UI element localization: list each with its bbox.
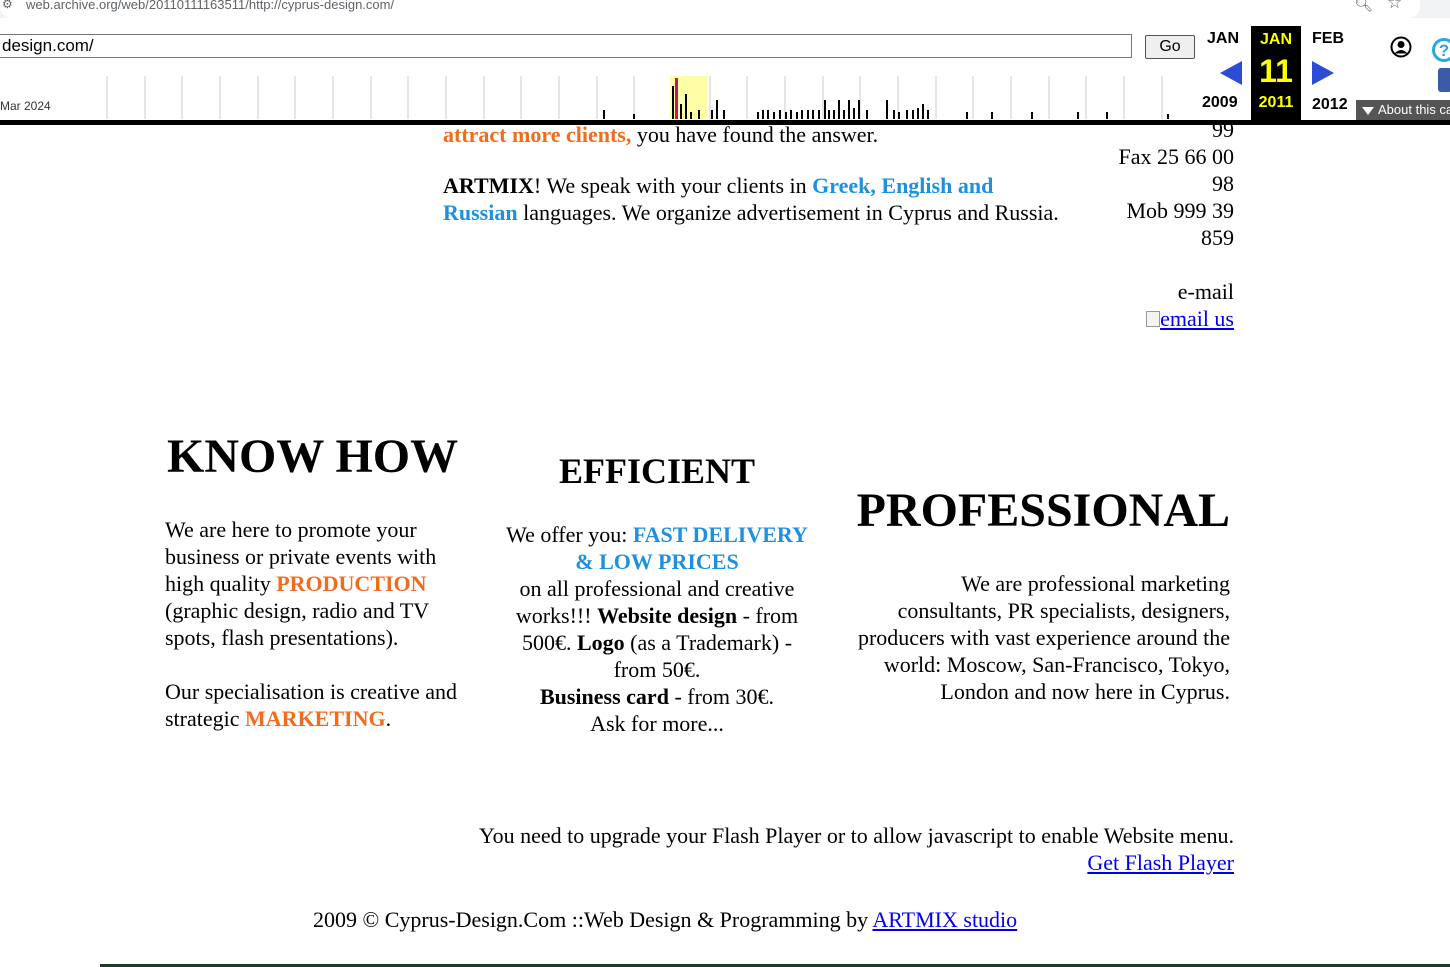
flash-notice: You need to upgrade your Flash Player or… [380, 822, 1234, 876]
share-icon[interactable] [1438, 68, 1450, 92]
broken-image-icon [1146, 311, 1161, 327]
email-us-link[interactable]: email us [1160, 306, 1234, 331]
marketing-highlight: MARKETING [245, 706, 386, 731]
efficient-text: We offer you: FAST DELIVERY & LOW PRICES… [505, 521, 809, 737]
prev-month-label[interactable]: JAN [1207, 30, 1239, 48]
sparkline-date-label: Mar 2024 [0, 99, 51, 113]
mob-line-1: Mob 999 39 [1126, 198, 1234, 223]
professional-text: We are professional marketing consultant… [857, 571, 1230, 704]
prev-capture-arrow-icon[interactable] [1220, 61, 1242, 85]
logo-price: (as a Trademark) - from 50€. [613, 630, 793, 682]
production-highlight: PRODUCTION [276, 571, 427, 596]
next-capture-arrow-icon[interactable] [1312, 61, 1334, 85]
footer-text: 2009 © Cyprus-Design.Com ::Web Design & … [313, 907, 873, 932]
website-design-label: Website design [597, 603, 738, 628]
current-day: 11 [1259, 53, 1293, 89]
go-button[interactable]: Go [1145, 35, 1195, 59]
know-how-para2-b: . [385, 706, 392, 731]
current-month: JAN [1259, 31, 1292, 48]
address-text[interactable]: web.archive.org/web/20110111163511/http:… [26, 0, 394, 12]
fax-line-2: 98 [1212, 171, 1234, 196]
email-label: e-mail [1177, 279, 1234, 304]
sparkline-graph[interactable] [0, 74, 1196, 119]
mob-line-2: 859 [1201, 225, 1234, 250]
help-icon[interactable]: ? [1432, 38, 1450, 62]
contact-block: 99 Fax 25 66 00 98 Mob 999 39 859 e-mail… [1060, 116, 1235, 332]
know-how-title: KNOW HOW [167, 430, 459, 483]
next-year-label[interactable]: 2012 [1312, 96, 1348, 114]
logo-label: Logo [576, 630, 625, 655]
know-how-text: We are here to promote your business or … [165, 516, 465, 732]
current-capture-date: JAN 11 2011 [1251, 26, 1301, 120]
know-how-para1-b: (graphic design, radio and TV spots, fla… [165, 598, 429, 650]
artmix-name: ARTMIX [443, 173, 534, 198]
caret-down-icon [1362, 106, 1374, 115]
intro-highlight: attract more clients, [443, 122, 632, 147]
next-month-label[interactable]: FEB [1312, 30, 1344, 48]
get-flash-player-link[interactable]: Get Flash Player [1087, 850, 1234, 875]
browser-toolbar: ⚙ web.archive.org/web/20110111163511/htt… [0, 0, 1450, 18]
star-icon[interactable]: ☆ [1387, 0, 1402, 13]
address-bar[interactable]: ⚙ web.archive.org/web/20110111163511/htt… [0, 0, 1420, 18]
intro-partial-line: attract more clients, you have found the… [443, 121, 1063, 148]
flash-notice-text: You need to upgrade your Flash Player or… [478, 823, 1234, 848]
fax-line-1: Fax 25 66 00 [1118, 144, 1235, 169]
capture-sparkline[interactable]: Mar 2024 [0, 74, 1196, 119]
ask-more-text: Ask for more... [590, 711, 724, 736]
artmix-studio-link[interactable]: ARTMIX studio [872, 907, 1017, 932]
about-capture-button[interactable]: About this capture [1356, 100, 1450, 120]
magnifier-icon[interactable]: 🔍︎ [1354, 0, 1373, 13]
prev-year-label[interactable]: 2009 [1202, 94, 1238, 112]
artmix-text-1: ! We speak with your clients in [533, 173, 813, 198]
wayback-url-input[interactable] [0, 34, 1132, 58]
wayback-toolbar: Go [0, 18, 1450, 125]
footer: 2009 © Cyprus-Design.Com ::Web Design & … [313, 906, 1213, 933]
business-card-price: - from 30€. [668, 684, 775, 709]
about-capture-label: About this capture [1378, 102, 1450, 117]
artmix-text-2: languages. We organize advertisement in … [517, 200, 1059, 225]
professional-title: PROFESSIONAL [856, 484, 1230, 537]
phone-partial: 99 [1212, 117, 1234, 142]
current-year: 2011 [1258, 94, 1294, 111]
business-card-label: Business card [539, 684, 669, 709]
artmix-paragraph: ARTMIX! We speak with your clients in Gr… [443, 172, 1063, 226]
intro-partial-rest: you have found the answer. [631, 122, 879, 147]
user-account-icon[interactable] [1390, 36, 1412, 58]
efficient-intro: We offer you: [506, 522, 633, 547]
site-info-icon[interactable]: ⚙ [2, 0, 13, 11]
efficient-title: EFFICIENT [558, 451, 756, 491]
